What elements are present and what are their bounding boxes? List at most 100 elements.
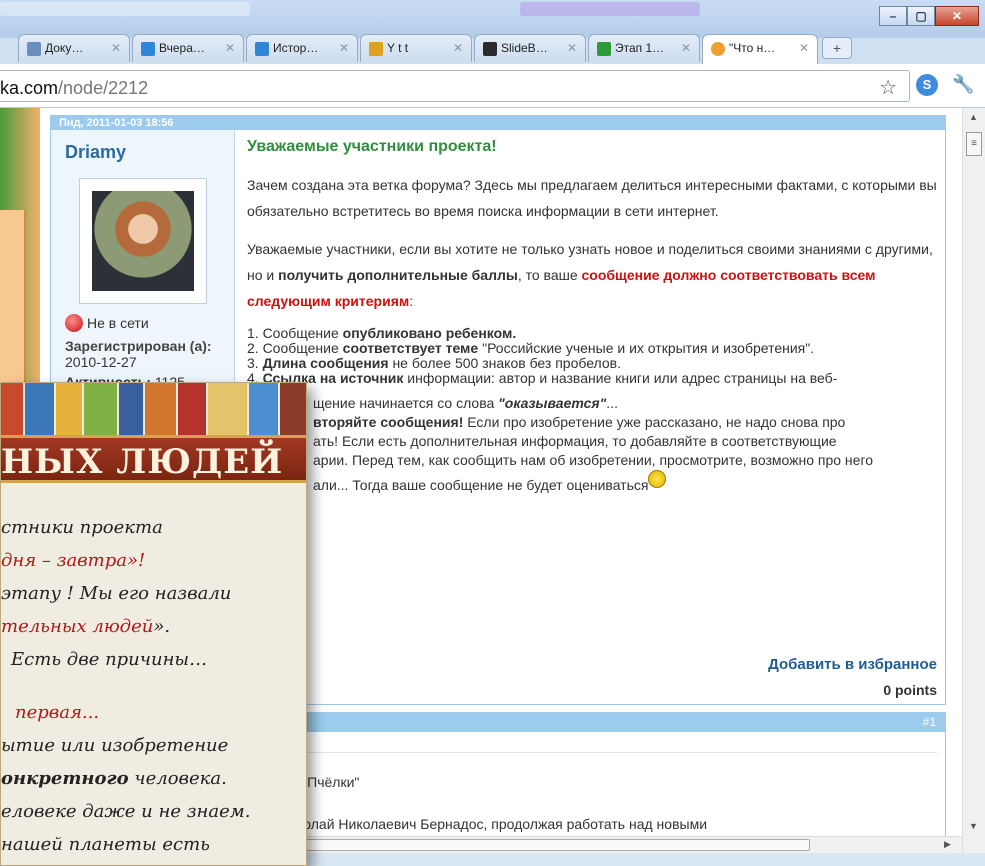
list-item: 2. Сообщение соответствует теме "Российс… [247, 341, 937, 356]
item-text: ать! Если есть дополнительная информация… [313, 433, 837, 449]
background-window-strip [0, 2, 250, 16]
vertical-scrollbar[interactable]: ▲ ≡ ▼ [962, 108, 985, 853]
tab-yesterday[interactable]: Вчера… ✕ [132, 34, 244, 62]
item-text: не более 500 знаков без пробелов. [388, 355, 621, 371]
post-title: Уважаемые участники проекта! [247, 138, 497, 155]
slide-line: Есть две причины… [11, 649, 208, 670]
reply-text: ется Николай Николаевич Бернадос, продол… [247, 816, 708, 832]
presentation-slide-window[interactable]: НЫХ ЛЮДЕЙ стники проекта дня – завтра»! … [0, 382, 307, 866]
list-item: али... Тогда ваше сообщение не будет оце… [313, 470, 937, 495]
tab-history[interactable]: Истор… ✕ [246, 34, 358, 62]
item-bold: Длина сообщения [262, 355, 389, 371]
tab-label: Этап 1… [615, 41, 665, 55]
url-text: ka.com/node/2212 [0, 78, 148, 99]
item-text: 2. Сообщение [247, 340, 343, 356]
divider [237, 752, 937, 753]
author-name[interactable]: Driamy [65, 142, 126, 163]
scroll-down-icon[interactable]: ▼ [969, 821, 978, 831]
address-bar[interactable]: ka.com/node/2212 ☆ [0, 70, 910, 102]
scroll-thumb[interactable]: ≡ [966, 132, 982, 156]
minimize-button[interactable]: – [879, 6, 907, 26]
bookmark-star-icon[interactable]: ☆ [879, 75, 897, 100]
url-host: ka.com [0, 78, 59, 98]
points-count: 0 points [883, 682, 937, 698]
book-spine [119, 383, 143, 441]
folder-icon [255, 42, 269, 56]
books-illustration [1, 383, 306, 441]
book-spine [280, 383, 306, 441]
tab-close-icon[interactable]: ✕ [799, 41, 809, 55]
item-text: щение начинается со слова [313, 395, 499, 411]
sad-smiley-icon [648, 470, 667, 488]
rules-bold: получить дополнительные баллы [278, 267, 518, 283]
tool-icon [369, 42, 383, 56]
item-text: арии. Перед тем, как сообщить нам об изо… [313, 452, 874, 468]
book-spine [248, 383, 279, 441]
item-text: 3. [247, 355, 263, 371]
horizontal-scroll-thumb[interactable] [300, 839, 810, 851]
slide-line: тельных людей». [1, 610, 306, 643]
book-spine [83, 383, 118, 441]
item-text: 1. Сообщение [247, 325, 343, 341]
list-item: щение начинается со слова "оказывается".… [313, 394, 937, 413]
tab-document[interactable]: Доку… ✕ [18, 34, 130, 62]
scroll-up-icon[interactable]: ▲ [969, 112, 978, 122]
background-window-strip [520, 2, 700, 16]
tab-close-icon[interactable]: ✕ [339, 41, 349, 55]
tab-ytt[interactable]: Y t t ✕ [360, 34, 472, 62]
scroll-right-icon[interactable]: ▶ [944, 839, 951, 850]
add-to-favorites-link[interactable]: Добавить в избранное [768, 656, 937, 673]
new-tab-button[interactable]: + [822, 37, 852, 59]
tab-label: Вчера… [159, 41, 205, 55]
avatar-photo [92, 191, 194, 291]
slide-line: первая... [15, 702, 100, 723]
slide-line: еловеке даже и не знаем. [1, 801, 251, 822]
list-item: 3. Длина сообщения не более 500 знаков б… [247, 356, 937, 371]
paragraph-rules: Уважаемые участники, если вы хотите не т… [247, 236, 937, 314]
item-text: ... [606, 395, 618, 411]
item-bold: опубликовано ребенком. [342, 325, 517, 341]
slide-bold-text: онкретного [1, 768, 129, 789]
post-body: Уважаемые участники проекта! Зачем созда… [247, 134, 937, 495]
tab-slideboom[interactable]: SlideB… ✕ [474, 34, 586, 62]
status-text: Не в сети [87, 315, 149, 331]
wrench-menu-icon[interactable]: 🔧 [952, 74, 974, 95]
tab-close-icon[interactable]: ✕ [681, 41, 691, 55]
document-icon [27, 42, 41, 56]
book-spine [56, 383, 82, 441]
offline-status-icon [65, 314, 83, 332]
tab-label: Y t t [387, 41, 409, 55]
list-item: 4. Ссылка на источник информации: автор … [247, 371, 937, 386]
item-text: "Российские ученые и их открытия и изобр… [478, 340, 815, 356]
skype-extension-icon[interactable]: S [916, 74, 938, 96]
list-item: 1. Сообщение опубликовано ребенком. [247, 326, 937, 341]
post-continuation: щение начинается со слова "оказывается".… [247, 394, 937, 495]
tab-stage[interactable]: Этап 1… ✕ [588, 34, 700, 62]
tab-active-forum[interactable]: "Что н… ✕ [702, 34, 818, 64]
item-text: информации: автор и название книги или а… [403, 370, 838, 386]
tab-close-icon[interactable]: ✕ [111, 41, 121, 55]
slide-line: дня – завтра»! [1, 550, 146, 571]
folder-icon [141, 42, 155, 56]
window-controls: – ▢ ✕ [879, 6, 979, 26]
close-window-button[interactable]: ✕ [935, 6, 979, 26]
tab-close-icon[interactable]: ✕ [567, 41, 577, 55]
slide-line: ытие или изобретение [1, 735, 229, 756]
avatar[interactable] [79, 178, 207, 304]
online-status: Не в сети [65, 314, 149, 332]
slide-line: онкретного человека. [1, 762, 306, 795]
slide-text: стники проекта дня – завтра»! этапу ! Мы… [1, 511, 306, 861]
book-spine [207, 383, 247, 441]
slideboom-icon [483, 42, 497, 56]
book-spine [1, 383, 23, 441]
slide-line: стники проекта [1, 517, 163, 538]
slide-red-text: тельных людей [1, 616, 154, 637]
tab-close-icon[interactable]: ✕ [453, 41, 463, 55]
maximize-button[interactable]: ▢ [907, 6, 935, 26]
tab-label: "Что н… [729, 41, 776, 55]
tab-close-icon[interactable]: ✕ [225, 41, 235, 55]
url-path: /node/2212 [58, 78, 149, 98]
sheet-icon [597, 42, 611, 56]
slide-line: этапу ! Мы его назвали [1, 583, 232, 604]
book-spine [178, 383, 206, 441]
